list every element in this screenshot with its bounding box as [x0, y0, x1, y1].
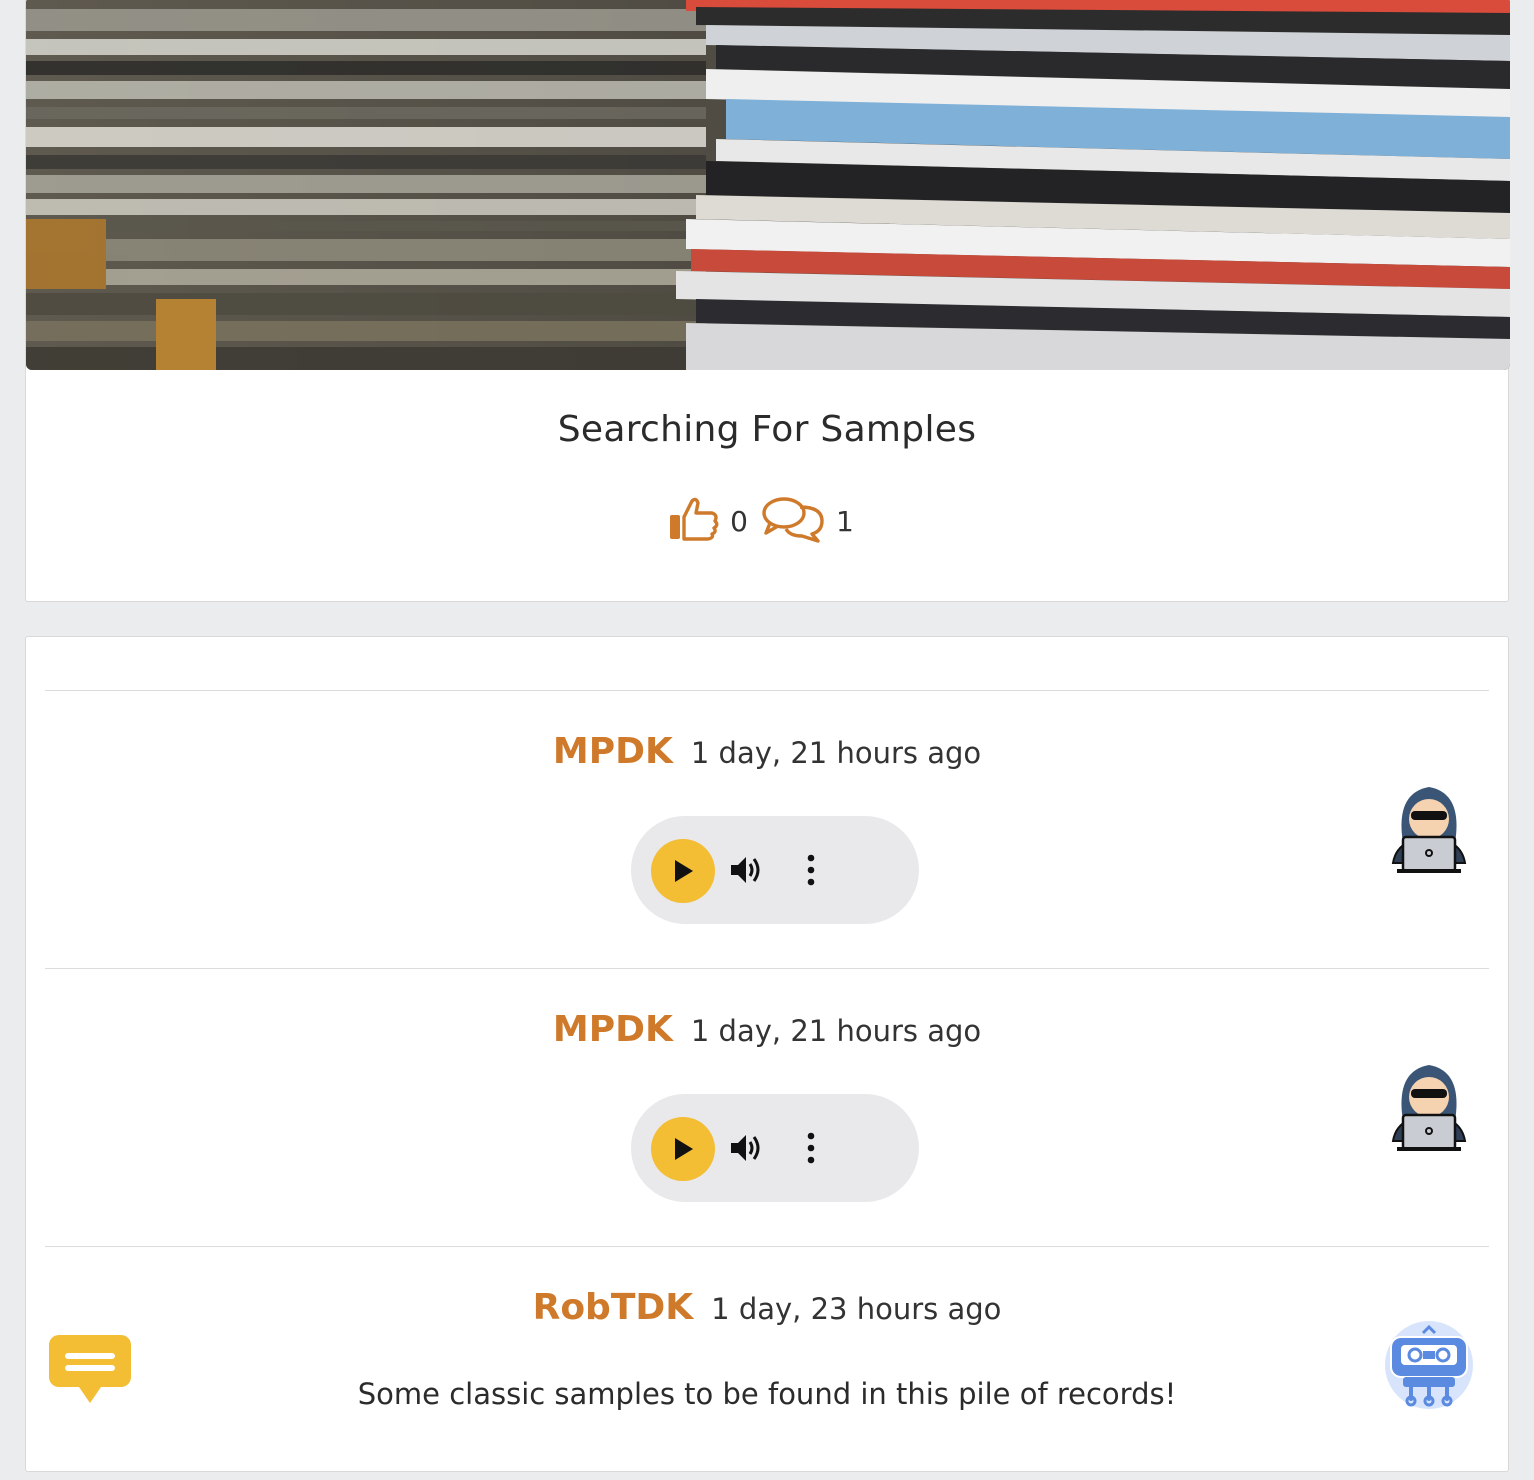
comment-header: RobTDK 1 day, 23 hours ago — [45, 1287, 1489, 1328]
play-button[interactable] — [651, 839, 715, 903]
comments-count: 1 — [836, 505, 854, 538]
comment-item: RobTDK 1 day, 23 hours ago Some classic … — [45, 1246, 1489, 1467]
comment-username[interactable]: MPDK — [553, 731, 673, 772]
more-options-button[interactable] — [799, 852, 823, 888]
comment-item: MPDK 1 day, 21 hours ago — [45, 968, 1489, 1247]
comment-username[interactable]: MPDK — [553, 1009, 673, 1050]
post-hero-image — [26, 0, 1510, 370]
hacker-avatar[interactable] — [1389, 783, 1469, 879]
likes-count: 0 — [730, 505, 748, 538]
comments-icon[interactable] — [760, 493, 826, 550]
more-vertical-icon — [807, 1132, 815, 1164]
volume-button[interactable] — [729, 852, 765, 888]
thumbs-up-icon[interactable] — [668, 495, 720, 548]
volume-icon — [731, 857, 760, 883]
audio-wave-icon — [71, 1069, 141, 1149]
post-card: Searching For Samples 0 1 — [25, 0, 1510, 602]
comment-timestamp: 1 day, 21 hours ago — [690, 1014, 982, 1048]
play-button[interactable] — [651, 1117, 715, 1181]
more-options-button[interactable] — [799, 1130, 823, 1166]
play-icon — [675, 860, 693, 882]
hacker-avatar[interactable] — [1389, 1061, 1469, 1157]
comments-card: MPDK 1 day, 21 hours ago MPDK 1 day, 21 … — [25, 636, 1509, 1472]
volume-icon — [731, 1135, 760, 1161]
play-icon — [675, 1138, 693, 1160]
audio-player — [631, 1094, 919, 1202]
audio-player — [631, 816, 919, 924]
comment-text: Some classic samples to be found in this… — [357, 1377, 1177, 1411]
audio-wave-icon — [71, 791, 141, 871]
comment-header: MPDK 1 day, 21 hours ago — [45, 1009, 1489, 1050]
more-vertical-icon — [807, 854, 815, 886]
comment-username[interactable]: RobTDK — [533, 1287, 694, 1328]
volume-button[interactable] — [729, 1130, 765, 1166]
comment-timestamp: 1 day, 23 hours ago — [711, 1292, 1002, 1326]
cassette-robot-avatar[interactable] — [1383, 1319, 1475, 1415]
comment-item: MPDK 1 day, 21 hours ago — [45, 690, 1489, 969]
comment-timestamp: 1 day, 21 hours ago — [690, 736, 982, 770]
post-stats: 0 1 — [26, 493, 1508, 550]
post-title: Searching For Samples — [557, 409, 977, 450]
comment-header: MPDK 1 day, 21 hours ago — [45, 731, 1489, 772]
